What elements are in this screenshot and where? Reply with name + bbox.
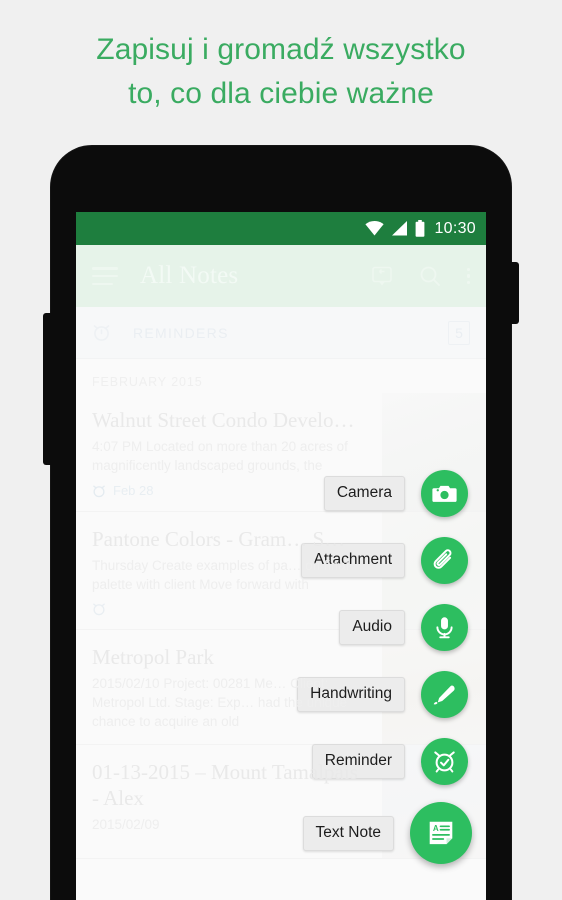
reminders-count-badge: 5 xyxy=(448,320,470,345)
app-bar: All Notes xyxy=(76,245,486,307)
note-snippet: 4:07 PM Located on more than 20 acres of… xyxy=(92,439,348,473)
hamburger-menu-icon[interactable] xyxy=(92,267,118,285)
app-bar-title: All Notes xyxy=(140,262,239,289)
phone-volume-button xyxy=(43,313,51,465)
list-item[interactable]: Metropol Park 2015/02/10 Project: 00281 … xyxy=(76,630,486,744)
headline-line-2: to, co dla ciebie ważne xyxy=(128,77,434,110)
note-title: Metropol Park xyxy=(92,645,214,669)
alarm-clock-icon xyxy=(93,325,110,341)
microphone-icon xyxy=(436,617,453,639)
month-header: FEBRUARY 2015 xyxy=(92,375,203,389)
note-title: Walnut Street Condo Develo… xyxy=(92,408,355,432)
note-snippet: Thursday Create examples of pa… on final… xyxy=(92,558,349,592)
note-meta: Feb 28 xyxy=(92,483,470,498)
list-item[interactable]: Pantone Colors - Gram… S… Thursday Creat… xyxy=(76,512,486,629)
note-snippet: 2015/02/09 xyxy=(92,817,160,832)
list-item[interactable]: Walnut Street Condo Develo… 4:07 PM Loca… xyxy=(76,393,486,511)
promo-screenshot: Zapisuj i gromadź wszystko to, co dla ci… xyxy=(0,0,562,900)
note-meta xyxy=(92,602,470,616)
status-bar: 10:30 xyxy=(76,212,486,245)
phone-screen: 10:30 All Notes REMINDERS 5 FEBRUARY 201… xyxy=(76,212,486,900)
reminders-section-header[interactable]: REMINDERS 5 xyxy=(76,307,486,359)
cell-signal-icon xyxy=(392,221,408,236)
phone-power-button xyxy=(510,262,519,324)
alarm-clock-icon xyxy=(93,485,105,497)
note-snippet: 2015/02/10 Project: 00281 Me… Client: Me… xyxy=(92,676,348,729)
alarm-clock-icon xyxy=(93,603,105,616)
app-bar-actions xyxy=(371,265,470,287)
overflow-menu-icon[interactable] xyxy=(466,267,470,285)
note-list: FEBRUARY 2015 Walnut Street Condo Develo… xyxy=(76,359,486,859)
page-title: Zapisuj i gromadź wszystko to, co dla ci… xyxy=(0,28,562,116)
wifi-icon xyxy=(365,221,385,236)
reminders-label: REMINDERS xyxy=(133,324,229,341)
battery-icon xyxy=(416,220,425,237)
search-icon[interactable] xyxy=(419,265,441,287)
note-title: Pantone Colors - Gram… S… xyxy=(92,527,346,551)
status-bar-clock: 10:30 xyxy=(434,219,476,237)
work-chat-icon[interactable] xyxy=(371,265,393,287)
headline-line-1: Zapisuj i gromadź wszystko xyxy=(96,33,466,66)
note-date: Feb 28 xyxy=(113,483,154,498)
note-title: 01-13-2015 – Mount Tamalpais - Alex xyxy=(92,760,358,810)
